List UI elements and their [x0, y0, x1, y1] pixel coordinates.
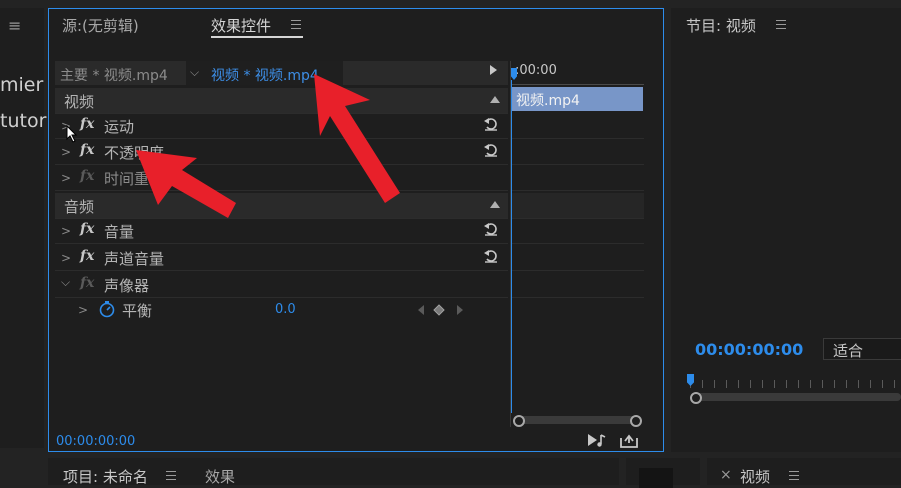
arrow-to-opacity	[136, 150, 236, 218]
arrow-to-clip-label	[314, 74, 400, 203]
annotation-arrows	[136, 74, 400, 218]
